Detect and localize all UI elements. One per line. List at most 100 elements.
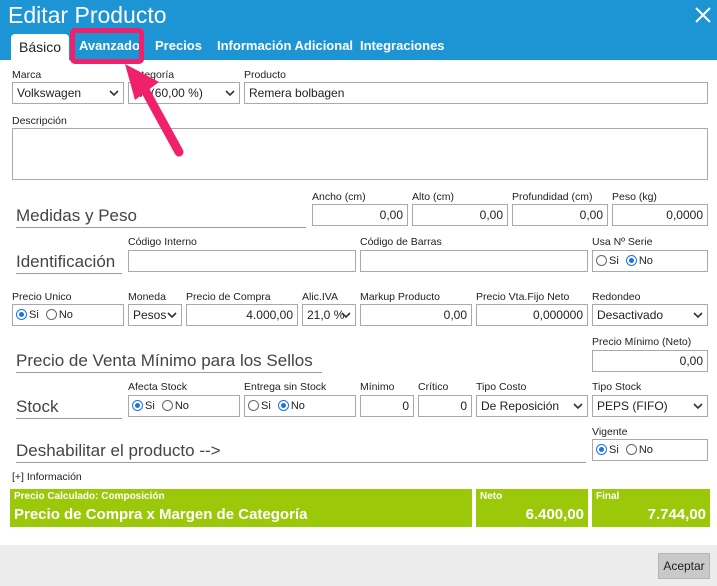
codigo-interno-label: Código Interno: [128, 236, 197, 248]
final-panel: Final 7.744,00: [592, 489, 710, 527]
tipo-stock-label: Tipo Stock: [592, 381, 642, 393]
afecta-stock-no-label: No: [174, 400, 189, 412]
close-icon[interactable]: [690, 2, 716, 28]
precio-minimo-section-title: Precio de Venta Mínimo para los Sellos: [16, 351, 322, 373]
descripcion-label: Descripción: [12, 115, 67, 127]
precio-unico-radio-group: Si No: [12, 304, 124, 326]
usa-serie-no-radio[interactable]: [625, 255, 637, 266]
stock-section-title: Stock: [16, 397, 122, 419]
usa-serie-no-label: No: [638, 255, 653, 267]
precio-unico-si-radio[interactable]: [16, 309, 27, 320]
entrega-no-label: No: [290, 400, 305, 412]
precio-unico-label: Precio Unico: [12, 291, 72, 303]
neto-label: Neto: [480, 491, 503, 502]
entrega-no-radio[interactable]: [277, 400, 289, 411]
entrega-si-radio[interactable]: [248, 400, 259, 411]
alto-input[interactable]: 0,00: [412, 204, 508, 226]
edit-product-dialog: Editar Producto Básico Avanzado Precios …: [0, 0, 717, 586]
precio-minimo-label: Precio Mínimo (Neto): [592, 336, 692, 348]
producto-input[interactable]: Remera bolbagen: [244, 82, 708, 104]
usa-serie-label: Usa Nº Serie: [592, 236, 653, 248]
highlight-annotation: [70, 28, 144, 64]
dialog-title: Editar Producto: [8, 2, 167, 28]
alto-label: Alto (cm): [412, 191, 454, 203]
tab-precios[interactable]: Precios: [147, 34, 210, 60]
redondeo-label: Redondeo: [592, 291, 641, 303]
redondeo-select[interactable]: Desactivado: [592, 304, 708, 326]
codigo-barras-label: Código de Barras: [360, 236, 442, 248]
tab-informacion-adicional[interactable]: Información Adicional: [209, 34, 361, 60]
marca-value: Volkswagen: [17, 86, 82, 100]
tipo-stock-select[interactable]: PEPS (FIFO): [592, 395, 708, 417]
info-toggle-link[interactable]: [+] Información: [12, 471, 82, 483]
entrega-sin-stock-label: Entrega sin Stock: [244, 381, 327, 393]
vigente-no-radio[interactable]: [625, 444, 637, 455]
vigente-si-label: Si: [609, 444, 619, 456]
afecta-stock-si-label: Si: [145, 400, 155, 412]
tab-integraciones[interactable]: Integraciones: [352, 34, 453, 60]
tipo-stock-value: PEPS (FIFO): [597, 399, 668, 413]
usa-serie-radio-group: Si No: [592, 250, 708, 272]
codigo-barras-input[interactable]: [360, 250, 588, 272]
composicion-value: Precio de Compra x Margen de Categoría: [14, 506, 308, 523]
peso-label: Peso (kg): [612, 191, 657, 203]
critico-label: Crítico: [418, 381, 449, 393]
usa-serie-si-radio[interactable]: [596, 255, 607, 266]
deshabilitar-section-title: Deshabilitar el producto -->: [16, 441, 586, 463]
tipo-costo-label: Tipo Costo: [476, 381, 527, 393]
redondeo-value: Desactivado: [597, 308, 664, 322]
minimo-input[interactable]: 0: [360, 395, 414, 417]
dialog-content: Marca Volkswagen Categoría PA (60,00 %) …: [0, 60, 717, 545]
precio-unico-no-radio[interactable]: [45, 309, 57, 320]
tipo-costo-select[interactable]: De Reposición: [476, 395, 588, 417]
peso-input[interactable]: 0,0000: [612, 204, 708, 226]
critico-input[interactable]: 0: [418, 395, 472, 417]
chevron-down-icon: [573, 403, 583, 410]
identificacion-section-title: Identificación: [16, 252, 122, 274]
codigo-interno-input[interactable]: [128, 250, 356, 272]
usa-serie-si-label: Si: [609, 255, 619, 267]
moneda-label: Moneda: [128, 291, 166, 303]
marca-select[interactable]: Volkswagen: [12, 82, 124, 104]
accept-button[interactable]: Aceptar: [658, 553, 710, 579]
precio-vta-fijo-input[interactable]: 0,000000: [476, 304, 588, 326]
neto-value: 6.400,00: [525, 506, 584, 523]
entrega-sin-stock-radio-group: Si No: [244, 395, 356, 417]
profundidad-input[interactable]: 0,00: [512, 204, 608, 226]
precio-compra-input[interactable]: 4.000,00: [186, 304, 298, 326]
tipo-costo-value: De Reposición: [481, 399, 560, 413]
moneda-value: Pesos: [133, 308, 167, 322]
entrega-si-label: Si: [261, 400, 271, 412]
composicion-label: Precio Calculado: Composición: [14, 491, 165, 502]
neto-panel: Neto 6.400,00: [476, 489, 588, 527]
vigente-radio-group: Si No: [592, 439, 708, 461]
producto-label: Producto: [244, 69, 287, 81]
composicion-panel: Precio Calculado: Composición Precio de …: [10, 489, 472, 527]
moneda-select[interactable]: Pesos: [128, 304, 182, 326]
chevron-down-icon: [341, 312, 351, 319]
vigente-no-label: No: [638, 444, 653, 456]
ancho-input[interactable]: 0,00: [312, 204, 408, 226]
chevron-down-icon: [693, 312, 703, 319]
afecta-stock-no-radio[interactable]: [161, 400, 173, 411]
markup-input[interactable]: 0,00: [360, 304, 472, 326]
afecta-stock-label: Afecta Stock: [128, 381, 187, 393]
ancho-label: Ancho (cm): [312, 191, 366, 203]
precio-unico-si-label: Si: [29, 309, 39, 321]
vigente-label: Vigente: [592, 426, 628, 438]
alic-iva-select[interactable]: 21,0 %: [302, 304, 356, 326]
tab-basico[interactable]: Básico: [11, 34, 70, 60]
alic-iva-label: Alic.IVA: [302, 291, 338, 303]
precio-unico-no-label: No: [58, 309, 73, 321]
profundidad-label: Profundidad (cm): [512, 191, 593, 203]
precio-vta-fijo-label: Precio Vta.Fijo Neto: [476, 291, 570, 303]
medidas-section-title: Medidas y Peso: [16, 206, 306, 228]
final-label: Final: [596, 491, 620, 502]
marca-label: Marca: [12, 69, 42, 81]
precio-compra-label: Precio de Compra: [186, 291, 271, 303]
vigente-si-radio[interactable]: [596, 444, 607, 455]
afecta-stock-si-radio[interactable]: [132, 400, 143, 411]
chevron-down-icon: [167, 312, 177, 319]
precio-minimo-input[interactable]: 0,00: [592, 350, 708, 372]
pointer-arrow-icon: [125, 64, 184, 157]
